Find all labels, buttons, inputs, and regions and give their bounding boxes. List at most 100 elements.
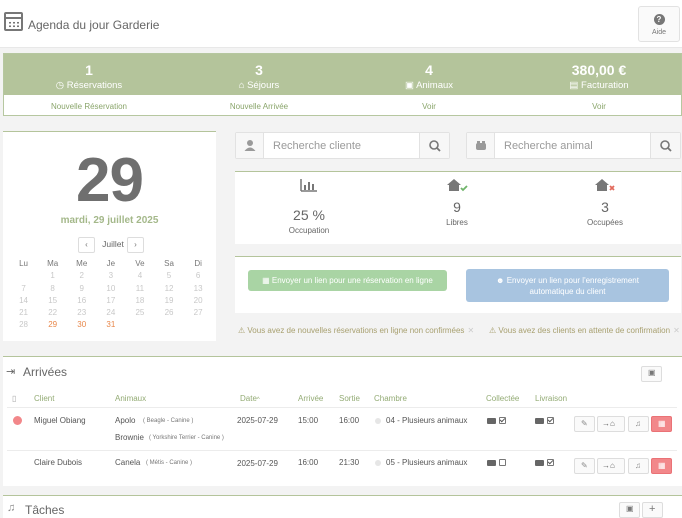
calendar-day[interactable]: 1 (38, 271, 67, 283)
pet-breed: ( Beagle - Canine ) (143, 418, 194, 424)
button-label: automatique du client (529, 287, 606, 296)
client-name[interactable]: Claire Dubois (34, 458, 82, 467)
calendar-day[interactable]: 26 (154, 308, 183, 320)
calendar-day-current[interactable]: 30 (67, 320, 96, 332)
check-in-button[interactable]: →⌂ (597, 416, 625, 432)
help-button[interactable]: ? Aide (638, 6, 680, 42)
weekday-label: Me (76, 259, 88, 268)
calendar-day[interactable]: 14 (9, 296, 38, 308)
calendar-day[interactable]: 12 (154, 284, 183, 296)
view-billing-link[interactable]: Voir (514, 102, 682, 111)
stat-animaux[interactable]: 4 ▣ Animaux (344, 54, 514, 91)
client-search-input[interactable] (265, 133, 418, 158)
free-rooms: 9 Libres (383, 172, 531, 227)
calendar-day[interactable]: 13 (184, 284, 213, 296)
col-animals[interactable]: Animaux (115, 394, 146, 403)
stat-sejours[interactable]: 3 ⌂ Séjours (174, 54, 344, 91)
edit-button[interactable]: ✎ (574, 416, 595, 432)
col-exit[interactable]: Sortie (339, 394, 360, 403)
close-icon[interactable]: ✕ (467, 326, 474, 335)
delivery-checkbox[interactable] (547, 459, 554, 466)
pet-name[interactable]: Canela (115, 458, 140, 467)
calendar-day[interactable]: 22 (38, 308, 67, 320)
send-registration-link-button[interactable]: ☻ Envoyer un lien pour l'enregistrement … (466, 269, 669, 302)
col-delivery[interactable]: Livraison (535, 394, 567, 403)
calendar-day[interactable] (9, 271, 38, 283)
calendar-day-current[interactable]: 31 (96, 320, 125, 332)
new-arrival-link[interactable]: Nouvelle Arrivée (174, 102, 344, 111)
calendar-day[interactable]: 20 (184, 296, 213, 308)
col-client[interactable]: Client (34, 394, 54, 403)
calendar-day[interactable]: 5 (154, 271, 183, 283)
send-booking-link-button[interactable]: ▦ Envoyer un lien pour une réservation e… (248, 270, 447, 291)
print-button[interactable]: ▣ (619, 502, 640, 518)
button-label: Envoyer un lien pour une réservation en … (271, 276, 433, 285)
calendar-day[interactable]: 27 (184, 308, 213, 320)
calendar-day[interactable]: 28 (9, 320, 38, 332)
weekday-label: Ve (135, 259, 145, 268)
calendar-day[interactable]: 8 (38, 284, 67, 296)
cancel-button[interactable]: ▦ (651, 416, 672, 432)
calendar-day[interactable]: 9 (67, 284, 96, 296)
calendar-day[interactable]: 23 (67, 308, 96, 320)
check-in-button[interactable]: →⌂ (597, 458, 625, 474)
col-room[interactable]: Chambre (374, 394, 407, 403)
collected-checkbox[interactable] (499, 459, 506, 466)
calendar-day[interactable]: 7 (9, 284, 38, 296)
pencil-icon: ✎ (581, 419, 588, 428)
tasks-panel: ♫ Tâches ▣ + (3, 495, 682, 518)
collected-checkbox[interactable] (499, 417, 506, 424)
weekday-label: Je (106, 259, 116, 268)
col-collected[interactable]: Collectée (486, 394, 519, 403)
new-reservation-link[interactable]: Nouvelle Réservation (4, 102, 174, 111)
calendar-day[interactable]: 18 (125, 296, 154, 308)
calendar-day[interactable]: 10 (96, 284, 125, 296)
calendar-day[interactable]: 4 (125, 271, 154, 283)
calendar-plus-icon: ▦ (262, 276, 270, 285)
truck-icon (535, 418, 544, 424)
warning-icon: ⚠ (238, 326, 246, 335)
stat-facturation[interactable]: 380,00 € ▤ Facturation (514, 54, 682, 91)
col-arrival[interactable]: Arrivée (298, 394, 323, 403)
animal-search-input[interactable] (496, 133, 649, 158)
client-search-button[interactable] (419, 133, 449, 158)
calendar-day[interactable]: 3 (96, 271, 125, 283)
warning-icon: ⚠ (489, 326, 497, 335)
calendar-day[interactable]: 24 (96, 308, 125, 320)
stat-value: 4 (425, 62, 433, 78)
calendar-day[interactable]: 11 (125, 284, 154, 296)
view-animals-link[interactable]: Voir (344, 102, 514, 111)
delivery-checkbox[interactable] (547, 417, 554, 424)
stat-label: Séjours (247, 80, 280, 91)
add-task-button[interactable]: + (642, 502, 663, 518)
calendar-day[interactable]: 16 (67, 296, 96, 308)
cancel-button[interactable]: ▦ (651, 458, 672, 474)
calendar-day[interactable]: 19 (154, 296, 183, 308)
notify-button[interactable]: ♫ (628, 458, 649, 474)
weekday-label: Sa (164, 259, 174, 268)
pet-name[interactable]: Apolo (115, 416, 135, 425)
occupancy-label: Libres (446, 218, 468, 227)
calendar-day[interactable]: 25 (125, 308, 154, 320)
client-name[interactable]: Miguel Obiang (34, 416, 86, 425)
calendar-day-current[interactable]: 29 (38, 320, 67, 332)
stat-label: Animaux (416, 80, 454, 91)
edit-button[interactable]: ✎ (574, 458, 595, 474)
col-date[interactable]: Date^ (240, 394, 260, 403)
animal-search-button[interactable] (650, 133, 680, 158)
calendar-day[interactable]: 17 (96, 296, 125, 308)
calendar-day[interactable]: 21 (9, 308, 38, 320)
pet-breed: ( Métis - Canine ) (146, 460, 193, 466)
notify-button[interactable]: ♫ (628, 416, 649, 432)
calendar-day[interactable]: 2 (67, 271, 96, 283)
print-button[interactable]: ▣ (641, 366, 662, 382)
calendar-day[interactable]: 15 (38, 296, 67, 308)
calendar-day[interactable]: 6 (184, 271, 213, 283)
next-month-button[interactable]: › (127, 237, 144, 253)
pet-name[interactable]: Brownie (115, 433, 144, 442)
prev-month-button[interactable]: ‹ (78, 237, 95, 253)
header: Agenda du jour Garderie ? Aide (0, 0, 682, 48)
exit-time: 21:30 (339, 458, 360, 467)
close-icon[interactable]: ✕ (673, 326, 680, 335)
stat-reservations[interactable]: 1 ◷ Réservations (4, 54, 174, 91)
